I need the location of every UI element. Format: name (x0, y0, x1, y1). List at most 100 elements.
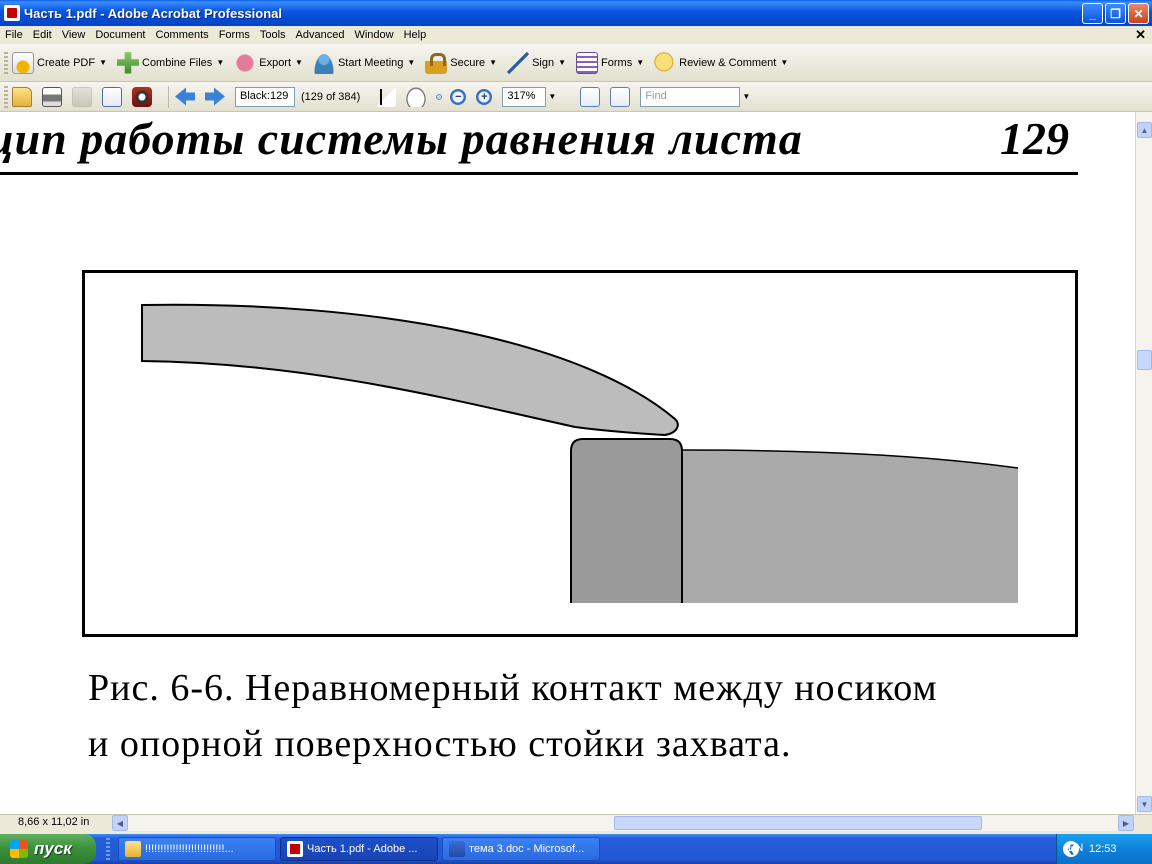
dropdown-arrow-icon: ▼ (216, 58, 225, 67)
dropdown-arrow-icon: ▼ (558, 58, 567, 67)
toolbar-grip[interactable] (4, 85, 8, 108)
envelope-icon (102, 86, 122, 107)
page-count: (129 of 384) (301, 90, 361, 103)
folder-icon (12, 86, 32, 107)
arrow-left-icon (175, 87, 195, 106)
print-button[interactable] (42, 83, 62, 111)
menu-help[interactable]: Help (399, 26, 432, 44)
menu-forms[interactable]: Forms (214, 26, 255, 44)
page-number: 129 (1000, 113, 1069, 164)
support-surface-shape (682, 450, 1018, 603)
document-close-icon[interactable]: ✕ (1135, 27, 1146, 43)
menu-comments[interactable]: Comments (151, 26, 214, 44)
document-view[interactable]: цип работы системы равнения листа 129 Ри… (0, 112, 1135, 814)
figure-caption: Рис. 6-6. Неравномерный контакт между но… (88, 660, 1128, 772)
zoom-dropdown-arrow-icon[interactable]: ▼ (546, 87, 558, 107)
forms-button[interactable]: Forms ▼ (576, 49, 644, 77)
create-pdf-button[interactable]: Create PDF ▼ (12, 49, 107, 77)
pen-icon (507, 51, 530, 74)
printer-icon (42, 86, 62, 107)
form-icon (576, 51, 599, 74)
vertical-scroll-thumb[interactable] (1137, 350, 1152, 370)
open-button[interactable] (12, 83, 32, 111)
clock[interactable]: 12:53 (1089, 843, 1117, 855)
start-meeting-button[interactable]: Start Meeting ▼ (312, 49, 415, 77)
fit-width-button[interactable] (580, 83, 601, 111)
zoom-in-icon: + (476, 88, 493, 105)
start-meeting-label: Start Meeting (337, 56, 404, 69)
folder-icon (125, 841, 141, 857)
next-page-button[interactable] (205, 83, 225, 111)
taskbar-grip[interactable] (106, 838, 110, 860)
scroll-left-icon[interactable]: ◀ (112, 815, 128, 831)
restore-button[interactable]: ❐ (1105, 3, 1126, 24)
menu-file[interactable]: File (0, 26, 28, 44)
task-label: Часть 1.pdf - Adobe ... (307, 843, 418, 855)
combine-files-icon (117, 51, 139, 74)
vertical-scrollbar[interactable]: ▲ ▼ (1135, 112, 1152, 814)
select-tool-button[interactable] (376, 83, 397, 111)
fit-page-button[interactable] (610, 83, 631, 111)
hand-tool-button[interactable] (406, 83, 427, 111)
menu-edit[interactable]: Edit (28, 26, 57, 44)
email-button[interactable] (102, 83, 122, 111)
menu-view[interactable]: View (57, 26, 91, 44)
task-word[interactable]: тема 3.doc - Microsof... (442, 837, 600, 861)
fit-width-icon (580, 86, 601, 107)
start-button[interactable]: пуск (0, 834, 96, 864)
task-folder[interactable]: !!!!!!!!!!!!!!!!!!!!!!!!!!... (118, 837, 276, 861)
create-pdf-icon (12, 51, 34, 74)
menu-advanced[interactable]: Advanced (291, 26, 350, 44)
window-title: Часть 1.pdf - Adobe Acrobat Professional (24, 5, 283, 21)
dropdown-arrow-icon: ▼ (99, 58, 107, 67)
create-pdf-label: Create PDF (37, 56, 96, 69)
combine-files-button[interactable]: Combine Files ▼ (117, 49, 224, 77)
acrobat-app-icon[interactable] (4, 5, 20, 21)
word-icon (449, 841, 465, 857)
menu-bar: File Edit View Document Comments Forms T… (0, 26, 1152, 44)
page-number-input[interactable]: Black:129 (235, 86, 295, 107)
menu-document[interactable]: Document (90, 26, 150, 44)
export-button[interactable]: Export ▼ (234, 49, 303, 77)
task-acrobat[interactable]: Часть 1.pdf - Adobe ... (280, 837, 438, 861)
zoom-level-input[interactable]: 317% (502, 86, 547, 107)
window-controls: _ ❐ ✕ (1082, 3, 1149, 24)
language-indicator[interactable]: EN (1068, 842, 1083, 854)
close-button[interactable]: ✕ (1128, 3, 1149, 24)
zoom-tool-button[interactable] (436, 93, 443, 100)
find-input[interactable]: Find (640, 86, 741, 107)
find-dropdown-arrow-icon[interactable]: ▼ (740, 87, 752, 107)
figure-frame (82, 270, 1078, 637)
lock-icon (425, 51, 448, 74)
secure-button[interactable]: Secure ▼ (425, 49, 497, 77)
dropdown-arrow-icon: ▼ (489, 58, 498, 67)
title-bar[interactable]: Часть 1.pdf - Adobe Acrobat Professional… (0, 0, 1152, 26)
menu-tools[interactable]: Tools (255, 26, 291, 44)
windows-logo-icon (10, 840, 28, 858)
zoom-out-button[interactable]: − (450, 83, 467, 111)
task-label: тема 3.doc - Microsof... (469, 843, 585, 855)
sign-button[interactable]: Sign ▼ (507, 49, 566, 77)
review-comment-button[interactable]: Review & Comment ▼ (654, 49, 788, 77)
gripper-nose-shape (141, 303, 679, 437)
support-post-shape (570, 438, 683, 603)
minimize-button[interactable]: _ (1082, 3, 1103, 24)
snapshot-button[interactable] (132, 83, 152, 111)
running-head: цип работы системы равнения листа (0, 113, 803, 164)
menu-window[interactable]: Window (349, 26, 398, 44)
scroll-down-icon[interactable]: ▼ (1137, 796, 1152, 812)
dropdown-arrow-icon: ▼ (780, 58, 789, 67)
horizontal-scroll-thumb[interactable] (614, 816, 982, 830)
previous-page-button[interactable] (175, 83, 195, 111)
zoom-in-button[interactable]: + (476, 83, 493, 111)
toolbar-grip[interactable] (4, 51, 8, 74)
header-rule (0, 172, 1078, 175)
scroll-right-icon[interactable]: ▶ (1118, 815, 1134, 831)
page-size: 8,66 x 11,02 in (18, 816, 90, 828)
scroll-up-icon[interactable]: ▲ (1137, 122, 1152, 138)
save-button[interactable] (72, 83, 92, 111)
camera-icon (132, 86, 152, 107)
caption-line-2: и опорной поверхностью стойки захвата. (88, 723, 792, 765)
horizontal-scrollbar[interactable]: ◀ ▶ (112, 815, 1134, 831)
status-bar: 8,66 x 11,02 in ◀ ▶ (0, 814, 1152, 831)
